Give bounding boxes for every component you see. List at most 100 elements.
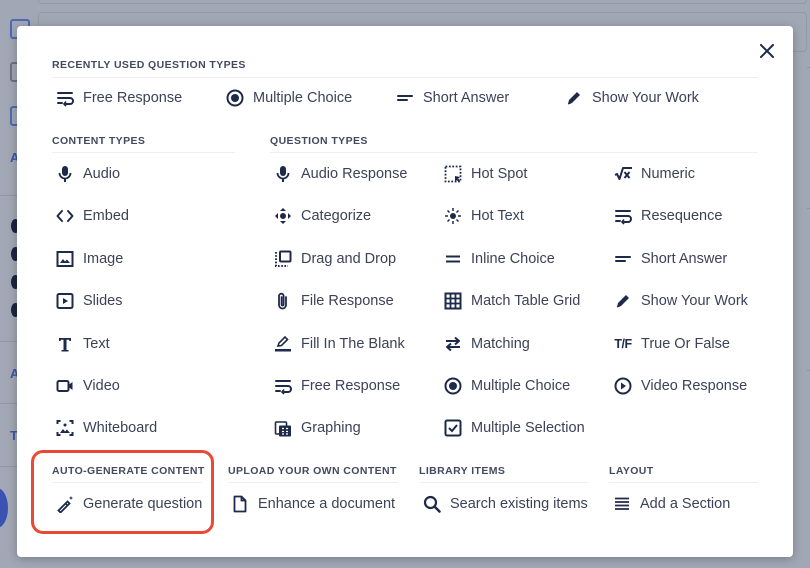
item-recent-multiple-choice[interactable]: Multiple Choice bbox=[225, 87, 352, 109]
item-label: Resequence bbox=[641, 208, 723, 224]
radio-icon bbox=[225, 88, 245, 108]
microphone-icon bbox=[55, 164, 75, 184]
item-question-graphing[interactable]: Graphing bbox=[273, 417, 361, 439]
item-label: Video bbox=[83, 378, 120, 394]
item-label: Short Answer bbox=[641, 251, 728, 267]
divider bbox=[419, 482, 589, 483]
item-label: Match Table Grid bbox=[471, 293, 581, 309]
play-circle-icon bbox=[613, 376, 633, 396]
divider bbox=[270, 152, 758, 153]
item-label: Categorize bbox=[301, 208, 372, 224]
item-content-whiteboard[interactable]: Whiteboard bbox=[55, 417, 157, 439]
background-fab-button bbox=[0, 488, 8, 528]
item-label: Multiple Choice bbox=[253, 90, 353, 106]
item-question-matching[interactable]: Matching bbox=[443, 333, 530, 355]
item-add-section[interactable]: Add a Section bbox=[612, 493, 730, 515]
item-label: Whiteboard bbox=[83, 420, 158, 436]
true-false-icon: T/F bbox=[613, 334, 633, 354]
item-label: Graphing bbox=[301, 420, 361, 436]
item-label: Enhance a document bbox=[258, 496, 396, 512]
item-label: Embed bbox=[83, 208, 129, 224]
item-question-numeric[interactable]: Numeric bbox=[613, 163, 695, 185]
divider bbox=[52, 77, 758, 78]
item-question-fill-in-the-blank[interactable]: Fill In The Blank bbox=[273, 333, 405, 355]
item-search-existing-items[interactable]: Search existing items bbox=[422, 493, 588, 515]
layout-title: Layout bbox=[609, 465, 654, 477]
item-label: Image bbox=[83, 251, 124, 267]
text-icon bbox=[55, 334, 75, 354]
item-question-match-table-grid[interactable]: Match Table Grid bbox=[443, 290, 580, 312]
close-button[interactable] bbox=[758, 42, 776, 60]
slides-icon bbox=[55, 291, 75, 311]
fill-blank-icon bbox=[273, 334, 293, 354]
recently-used-title: Recently Used Question Types bbox=[52, 59, 246, 71]
item-question-show-your-work[interactable]: Show Your Work bbox=[613, 290, 748, 312]
item-question-hot-text[interactable]: Hot Text bbox=[443, 205, 524, 227]
add-item-modal: Recently Used Question Types Content Typ… bbox=[17, 26, 793, 557]
item-label: File Response bbox=[301, 293, 394, 309]
item-recent-short-answer[interactable]: Short Answer bbox=[395, 87, 509, 109]
item-content-video[interactable]: Video bbox=[55, 375, 120, 397]
item-content-slides[interactable]: Slides bbox=[55, 290, 123, 312]
magic-wand-icon bbox=[55, 494, 75, 514]
document-icon bbox=[230, 494, 250, 514]
divider bbox=[52, 482, 202, 483]
item-label: Show Your Work bbox=[641, 293, 748, 309]
true-false-glyph: T/F bbox=[614, 337, 632, 351]
free-response-icon bbox=[55, 88, 75, 108]
item-question-free-response[interactable]: Free Response bbox=[273, 375, 400, 397]
item-label: Free Response bbox=[301, 378, 401, 394]
item-label: Hot Text bbox=[471, 208, 524, 224]
item-question-inline-choice[interactable]: Inline Choice bbox=[443, 248, 555, 270]
item-question-hot-spot[interactable]: Hot Spot bbox=[443, 163, 527, 185]
radio-icon bbox=[443, 376, 463, 396]
graphing-icon bbox=[273, 418, 293, 438]
item-label: Multiple Selection bbox=[471, 420, 585, 436]
close-icon bbox=[760, 44, 774, 58]
question-types-title: Question Types bbox=[270, 135, 368, 147]
short-answer-icon bbox=[395, 88, 415, 108]
item-label: Fill In The Blank bbox=[301, 336, 405, 352]
item-question-multiple-choice[interactable]: Multiple Choice bbox=[443, 375, 570, 397]
item-question-file-response[interactable]: File Response bbox=[273, 290, 394, 312]
microphone-icon bbox=[273, 164, 293, 184]
item-question-audio-response[interactable]: Audio Response bbox=[273, 163, 407, 185]
resequence-icon bbox=[613, 206, 633, 226]
item-content-image[interactable]: Image bbox=[55, 248, 123, 270]
short-answer-icon bbox=[613, 249, 633, 269]
item-label: Inline Choice bbox=[471, 251, 555, 267]
section-lines-icon bbox=[612, 494, 632, 514]
item-enhance-document[interactable]: Enhance a document bbox=[230, 493, 395, 515]
item-recent-show-your-work[interactable]: Show Your Work bbox=[564, 87, 699, 109]
item-question-video-response[interactable]: Video Response bbox=[613, 375, 747, 397]
pencil-icon bbox=[564, 88, 584, 108]
item-label: Search existing items bbox=[450, 496, 588, 512]
drag-drop-icon bbox=[273, 249, 293, 269]
item-question-true-or-false[interactable]: T/F True Or False bbox=[613, 333, 730, 355]
item-generate-question[interactable]: Generate question bbox=[55, 493, 202, 515]
item-content-audio[interactable]: Audio bbox=[55, 163, 120, 185]
upload-title: Upload Your Own Content bbox=[228, 465, 397, 477]
item-question-resequence[interactable]: Resequence bbox=[613, 205, 722, 227]
search-icon bbox=[422, 494, 442, 514]
paperclip-icon bbox=[273, 291, 293, 311]
item-content-text[interactable]: Text bbox=[55, 333, 110, 355]
pencil-icon bbox=[613, 291, 633, 311]
item-label: Audio Response bbox=[301, 166, 408, 182]
content-types-title: Content Types bbox=[52, 135, 146, 147]
library-title: Library Items bbox=[419, 465, 506, 477]
video-camera-icon bbox=[55, 376, 75, 396]
item-label: Matching bbox=[471, 336, 530, 352]
item-content-embed[interactable]: Embed bbox=[55, 205, 129, 227]
item-recent-free-response[interactable]: Free Response bbox=[55, 87, 182, 109]
item-question-multiple-selection[interactable]: Multiple Selection bbox=[443, 417, 585, 439]
item-label: Slides bbox=[83, 293, 123, 309]
code-icon bbox=[55, 206, 75, 226]
item-label: Show Your Work bbox=[592, 90, 699, 106]
item-question-categorize[interactable]: Categorize bbox=[273, 205, 371, 227]
item-question-short-answer[interactable]: Short Answer bbox=[613, 248, 727, 270]
item-label: Numeric bbox=[641, 166, 695, 182]
square-root-icon bbox=[613, 164, 633, 184]
item-question-drag-and-drop[interactable]: Drag and Drop bbox=[273, 248, 396, 270]
item-label: Audio bbox=[83, 166, 121, 182]
